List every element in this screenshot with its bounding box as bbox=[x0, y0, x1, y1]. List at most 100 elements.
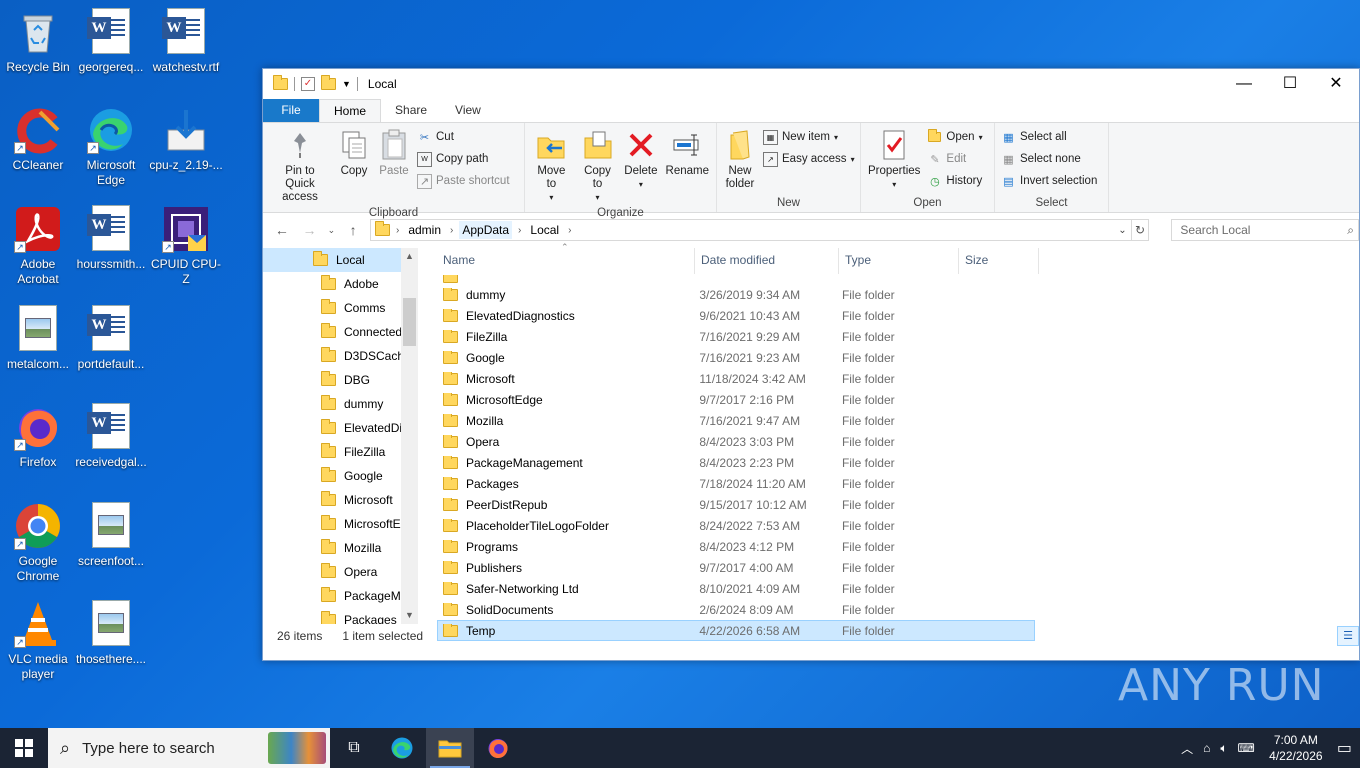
breadcrumb-local[interactable]: Local bbox=[527, 221, 562, 239]
nav-item[interactable]: Mozilla bbox=[263, 536, 418, 560]
paste-button[interactable]: Paste bbox=[375, 126, 413, 180]
desktop-icon-chrome[interactable]: ↗ Google Chrome bbox=[0, 502, 76, 584]
desktop-icon-thosethere[interactable]: thosethere.... bbox=[73, 600, 149, 667]
nav-item[interactable]: Comms bbox=[263, 296, 418, 320]
forward-button[interactable]: → bbox=[299, 222, 321, 238]
recent-locations-button[interactable]: ⌄ bbox=[326, 225, 336, 236]
chevron-right-icon[interactable]: › bbox=[450, 225, 453, 236]
file-row[interactable]: ElevatedDiagnostics 9/6/2021 10:43 AM File… bbox=[437, 305, 1035, 326]
file-row[interactable]: SolidDocuments 2/6/2024 8:09 AM File folde… bbox=[437, 599, 1035, 620]
column-header-type[interactable]: Type bbox=[839, 248, 959, 274]
pin-to-quick-access-button[interactable]: Pin to Quick access bbox=[267, 126, 333, 206]
desktop-icon-recycle-bin[interactable]: Recycle Bin bbox=[0, 8, 76, 75]
minimize-button[interactable]: — bbox=[1221, 69, 1267, 99]
desktop-icon-screenfoot[interactable]: screenfoot... bbox=[73, 502, 149, 569]
maximize-button[interactable]: ☐ bbox=[1267, 69, 1313, 99]
volume-icon[interactable]: 🔈︎ bbox=[1220, 741, 1227, 756]
cut-button[interactable]: ✂ Cut bbox=[415, 127, 512, 147]
copy-to-button[interactable]: Copy to ▾ bbox=[576, 126, 620, 206]
tab-view[interactable]: View bbox=[441, 99, 495, 122]
chevron-right-icon[interactable]: › bbox=[568, 225, 571, 236]
file-row[interactable]: dummy 3/26/2019 9:34 AM File folder bbox=[437, 284, 1035, 305]
column-header-date[interactable]: Date modified bbox=[695, 248, 839, 274]
desktop-icon-portdefault[interactable]: W portdefault... bbox=[73, 305, 149, 372]
rename-button[interactable]: Rename bbox=[663, 126, 712, 180]
taskbar-firefox-button[interactable] bbox=[474, 728, 522, 768]
nav-item[interactable]: Opera bbox=[263, 560, 418, 584]
breadcrumb-admin[interactable]: admin bbox=[405, 221, 444, 239]
customize-toolbar-icon[interactable]: ▼ bbox=[342, 79, 351, 89]
new-item-button[interactable]: ▦ New item ▾ bbox=[761, 127, 857, 147]
clock[interactable]: 7:00 AM 4/22/2026 bbox=[1265, 732, 1327, 764]
nav-item[interactable]: ElevatedDia bbox=[263, 416, 418, 440]
nav-item[interactable]: FileZilla bbox=[263, 440, 418, 464]
desktop-icon-cpu-z-installer[interactable]: cpu-z_2.19-... bbox=[148, 106, 224, 173]
history-button[interactable]: ◷ History bbox=[925, 171, 984, 191]
desktop-icon-watchestv[interactable]: W watchestv.rtf bbox=[148, 8, 224, 75]
copy-path-button[interactable]: W Copy path bbox=[415, 149, 512, 169]
tab-home[interactable]: Home bbox=[319, 99, 382, 122]
column-header-size[interactable]: Size bbox=[959, 248, 1039, 274]
edit-button[interactable]: ✎ Edit bbox=[925, 149, 984, 169]
file-row[interactable]: PlaceholderTileLogoFolder 8/24/2022 7:53 … bbox=[437, 515, 1035, 536]
nav-item[interactable]: Microsoft bbox=[263, 488, 418, 512]
details-view-icon[interactable]: ☰ bbox=[1337, 626, 1359, 646]
search-input[interactable]: Search Local ⌕ bbox=[1171, 219, 1359, 241]
task-view-button[interactable]: ⧉ bbox=[330, 728, 378, 768]
network-icon[interactable]: ⌂ bbox=[1203, 741, 1210, 755]
file-row[interactable]: Google 7/16/2021 9:23 AM File folder bbox=[437, 347, 1035, 368]
input-indicator-icon[interactable]: ⌨︎ bbox=[1238, 741, 1255, 755]
scroll-thumb[interactable] bbox=[403, 298, 416, 346]
nav-item[interactable]: Google bbox=[263, 464, 418, 488]
close-button[interactable]: ✕ bbox=[1313, 69, 1359, 99]
desktop-icon-ccleaner[interactable]: ↗ CCleaner bbox=[0, 106, 76, 173]
nav-item[interactable]: Local bbox=[263, 248, 418, 272]
file-explorer-window[interactable]: ✓ ▼ Local — ☐ ✕ File Home Share View Pin… bbox=[262, 68, 1360, 661]
properties-quick-icon[interactable]: ✓ bbox=[301, 77, 315, 91]
taskbar-file-explorer-button[interactable] bbox=[426, 728, 474, 768]
copy-button[interactable]: Copy bbox=[335, 126, 373, 180]
tab-share[interactable]: Share bbox=[381, 99, 441, 122]
select-none-button[interactable]: ▦ Select none bbox=[999, 149, 1099, 169]
file-row[interactable]: Packages 7/18/2024 11:20 AM File folder bbox=[437, 473, 1035, 494]
file-row[interactable]: PeerDistRepub 9/15/2017 10:12 AM File fold… bbox=[437, 494, 1035, 515]
notifications-icon[interactable]: ▭ bbox=[1337, 738, 1352, 758]
paste-shortcut-button[interactable]: ↗ Paste shortcut bbox=[415, 171, 512, 191]
nav-item[interactable]: Adobe bbox=[263, 272, 418, 296]
file-row[interactable]: Safer-Networking Ltd 8/10/2021 4:09 AM Fil… bbox=[437, 578, 1035, 599]
desktop-icon-vlc[interactable]: ↗ VLC media player bbox=[0, 600, 76, 682]
new-folder-button[interactable]: New folder bbox=[721, 126, 759, 193]
nav-item[interactable]: Packages bbox=[263, 608, 418, 624]
select-all-button[interactable]: ▦ Select all bbox=[999, 127, 1099, 147]
list-item-partial[interactable] bbox=[437, 274, 1035, 284]
file-row[interactable]: Opera 8/4/2023 3:03 PM File folder bbox=[437, 431, 1035, 452]
desktop-icon-firefox[interactable]: ↗ Firefox bbox=[0, 403, 76, 470]
scroll-down-icon[interactable]: ▼ bbox=[401, 607, 418, 624]
taskbar-search[interactable]: ⌕ Type here to search bbox=[48, 728, 330, 768]
file-row[interactable]: PackageManagement 8/4/2023 2:23 PM File fo… bbox=[437, 452, 1035, 473]
invert-selection-button[interactable]: ▤ Invert selection bbox=[999, 171, 1099, 191]
nav-scrollbar[interactable]: ▲ ▼ bbox=[401, 248, 418, 624]
file-row[interactable]: FileZilla 7/16/2021 9:29 AM File folder bbox=[437, 326, 1035, 347]
start-button[interactable] bbox=[0, 728, 48, 768]
new-folder-quick-icon[interactable] bbox=[321, 75, 336, 90]
desktop-icon-metalcom[interactable]: metalcom... bbox=[0, 305, 76, 372]
navigation-pane[interactable]: Local Adobe Comms ConnectedD D3DSCache DBG dum… bbox=[263, 248, 419, 624]
file-list-pane[interactable]: ⌃ Name Date modified Type Size dummy 3/26… bbox=[419, 242, 1359, 641]
desktop-icon-georgereq[interactable]: W georgereq... bbox=[73, 8, 149, 75]
file-row[interactable]: Mozilla 7/16/2021 9:47 AM File folder bbox=[437, 410, 1035, 431]
title-bar[interactable]: ✓ ▼ Local — ☐ ✕ bbox=[263, 69, 1359, 99]
address-bar[interactable]: › admin › AppData › Local › ⌄ bbox=[369, 219, 1132, 241]
open-button[interactable]: Open ▾ bbox=[925, 127, 984, 147]
easy-access-button[interactable]: ↗ Easy access ▾ bbox=[761, 149, 857, 169]
nav-item[interactable]: PackageMa bbox=[263, 584, 418, 608]
scroll-up-icon[interactable]: ▲ bbox=[401, 248, 418, 265]
desktop-icon-receivedgal[interactable]: W receivedgal... bbox=[73, 403, 149, 470]
desktop-icon-edge[interactable]: ↗ Microsoft Edge bbox=[73, 106, 149, 188]
desktop-icon-acrobat[interactable]: ↗ Adobe Acrobat bbox=[0, 205, 76, 287]
desktop-icon-cpuz[interactable]: ↗ CPUID CPU-Z bbox=[148, 205, 224, 287]
nav-item[interactable]: D3DSCache bbox=[263, 344, 418, 368]
show-hidden-icons-icon[interactable]: ︿ bbox=[1181, 740, 1193, 757]
file-row[interactable]: MicrosoftEdge 9/7/2017 2:16 PM File folder bbox=[437, 389, 1035, 410]
desktop-icon-hourssmith[interactable]: W hourssmith... bbox=[73, 205, 149, 272]
